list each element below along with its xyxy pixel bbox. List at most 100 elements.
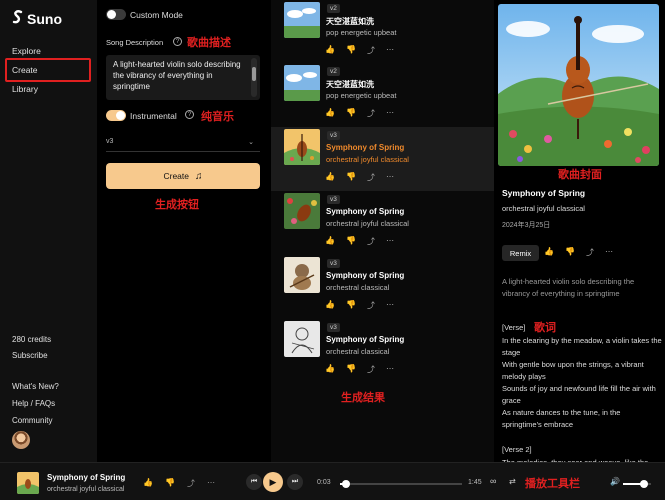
remix-label: Remix [509, 248, 532, 258]
player-title[interactable]: Symphony of Spring [47, 473, 125, 482]
music-note-icon: ♫ [195, 170, 203, 182]
like-icon[interactable]: 👍 [325, 108, 335, 119]
like-icon[interactable]: 👍 [325, 236, 335, 247]
song-thumbnail [284, 321, 320, 357]
song-actions: 👍 👎 ⤴ ⋯ [325, 45, 394, 56]
dislike-icon[interactable]: 👎 [346, 236, 356, 247]
volume-handle[interactable] [640, 480, 648, 488]
song-actions: 👍 👎 ⤴ ⋯ [325, 172, 394, 183]
app-name: Suno [27, 10, 62, 27]
avatar[interactable] [12, 431, 30, 449]
song-actions: 👍 👎 ⤴ ⋯ [325, 108, 394, 119]
help-icon[interactable]: ? [173, 37, 182, 46]
create-button[interactable]: Create ♫ [106, 163, 260, 189]
share-icon[interactable]: ⤴ [367, 300, 375, 311]
whats-new-link[interactable]: What's New? [12, 382, 59, 391]
version-badge: v2 [327, 4, 340, 13]
progress-handle[interactable] [341, 480, 350, 488]
dislike-icon[interactable]: 👎 [165, 478, 175, 489]
volume-icon[interactable]: 🔊 [610, 477, 620, 486]
song-title[interactable]: Symphony of Spring [326, 207, 404, 216]
create-button-label: Create [163, 171, 189, 181]
suno-logo-icon [12, 10, 24, 27]
player-thumbnail [17, 472, 39, 494]
duration: 1:45 [468, 479, 482, 486]
song-thumbnail [284, 129, 320, 165]
like-icon[interactable]: 👍 [325, 172, 335, 183]
song-item[interactable]: v3 Symphony of Spring orchestral classic… [271, 319, 494, 383]
textarea-scrollbar[interactable] [251, 58, 257, 97]
song-thumbnail [284, 2, 320, 38]
player-actions: 👍 👎 ⤴ ⋯ [143, 478, 215, 489]
help-icon[interactable]: ? [185, 110, 194, 119]
more-icon[interactable]: ⋯ [207, 478, 215, 489]
more-icon[interactable]: ⋯ [386, 45, 394, 56]
volume-track[interactable] [623, 480, 651, 488]
share-icon[interactable]: ⤴ [367, 364, 375, 375]
previous-icon[interactable]: ⏮ [246, 474, 262, 490]
version-select[interactable]: v3 ⌄ [106, 138, 260, 152]
song-item[interactable]: v2 天空湛蓝如洗 pop energetic upbeat 👍 👎 ⤴ ⋯ [271, 0, 494, 64]
progress-track[interactable] [340, 480, 462, 488]
dislike-icon[interactable]: 👎 [346, 300, 356, 311]
share-icon[interactable]: ⤴ [367, 108, 375, 119]
song-item[interactable]: v2 天空湛蓝如洗 pop energetic upbeat 👍 👎 ⤴ ⋯ [271, 63, 494, 127]
custom-mode-toggle[interactable] [106, 9, 126, 20]
dislike-icon[interactable]: 👎 [346, 172, 356, 183]
song-title[interactable]: 天空湛蓝如洗 [326, 79, 374, 90]
more-icon[interactable]: ⋯ [386, 172, 394, 183]
more-icon[interactable]: ⋯ [605, 247, 613, 258]
song-thumbnail [284, 65, 320, 101]
community-link[interactable]: Community [12, 416, 52, 425]
nav-explore[interactable]: Explore [12, 46, 41, 56]
detail-description: A light-hearted violin solo describing t… [502, 277, 635, 298]
song-description-text: A light-hearted violin solo describing t… [113, 60, 241, 91]
share-icon[interactable]: ⤴ [367, 45, 375, 56]
song-title[interactable]: Symphony of Spring [326, 271, 404, 280]
more-icon[interactable]: ⋯ [386, 108, 394, 119]
subscribe-link[interactable]: Subscribe [12, 351, 48, 360]
help-faqs-link[interactable]: Help / FAQs [12, 399, 55, 408]
song-title[interactable]: Symphony of Spring [326, 143, 404, 152]
song-description-label: Song Description [106, 38, 164, 47]
loop-icon[interactable]: ∞ [490, 476, 496, 486]
song-description-input[interactable]: A light-hearted violin solo describing t… [106, 55, 260, 100]
song-cover-image [498, 4, 659, 166]
current-time: 0:03 [317, 479, 331, 486]
play-button[interactable]: ▶ [263, 472, 283, 492]
create-highlight-box [5, 58, 91, 82]
dislike-icon[interactable]: 👎 [346, 108, 356, 119]
annotation-instrumental: 纯音乐 [201, 110, 234, 123]
more-icon[interactable]: ⋯ [386, 236, 394, 247]
share-icon[interactable]: ⤴ [187, 478, 195, 489]
more-icon[interactable]: ⋯ [386, 300, 394, 311]
like-icon[interactable]: 👍 [325, 300, 335, 311]
like-icon[interactable]: 👍 [325, 364, 335, 375]
dislike-icon[interactable]: 👎 [346, 364, 356, 375]
song-title[interactable]: 天空湛蓝如洗 [326, 16, 374, 27]
like-icon[interactable]: 👍 [325, 45, 335, 56]
like-icon[interactable]: 👍 [143, 478, 153, 489]
share-icon[interactable]: ⤴ [367, 172, 375, 183]
instrumental-toggle[interactable] [106, 110, 126, 121]
share-icon[interactable]: ⤴ [586, 247, 594, 258]
like-icon[interactable]: 👍 [544, 247, 554, 258]
lyrics-line: Sounds of joy and newfound life fill the… [502, 384, 656, 405]
share-icon[interactable]: ⤴ [367, 236, 375, 247]
remix-button[interactable]: Remix [502, 245, 539, 261]
version-badge: v3 [327, 323, 340, 332]
dislike-icon[interactable]: 👎 [346, 45, 356, 56]
shuffle-icon[interactable]: ⇄ [509, 477, 516, 486]
song-item-selected[interactable]: v3 Symphony of Spring orchestral joyful … [271, 127, 494, 191]
song-title[interactable]: Symphony of Spring [326, 335, 404, 344]
next-icon[interactable]: ⏭ [287, 474, 303, 490]
lyrics-line: [Verse 2] [502, 445, 532, 454]
version-select-value: v3 [106, 138, 114, 145]
suno-logo[interactable]: Suno [12, 10, 62, 27]
nav-library[interactable]: Library [12, 84, 38, 94]
more-icon[interactable]: ⋯ [386, 364, 394, 375]
song-item[interactable]: v3 Symphony of Spring orchestral classic… [271, 255, 494, 319]
dislike-icon[interactable]: 👎 [565, 247, 575, 258]
song-item[interactable]: v3 Symphony of Spring orchestral joyful … [271, 191, 494, 255]
lyrics-line: In the clearing by the meadow, a violin … [502, 336, 662, 357]
